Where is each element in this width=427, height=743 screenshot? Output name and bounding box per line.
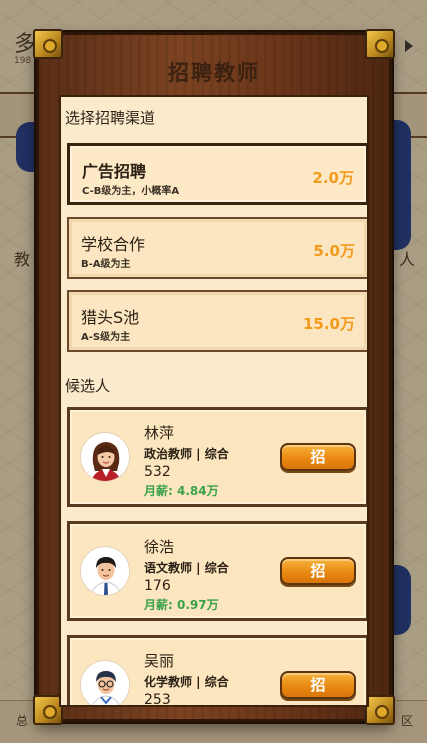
candidate-card: 吴丽 化学教师 | 综合 253 招 xyxy=(67,635,367,707)
female-teacher-avatar-icon xyxy=(80,432,130,482)
hire-button[interactable]: 招 xyxy=(280,557,356,585)
modal-content[interactable]: 选择招聘渠道 广告招聘 C-B级为主，小概率A 2.0万 学校合作 B-A级为主… xyxy=(59,95,369,707)
candidate-score: 176 xyxy=(144,578,171,594)
recruit-modal: 招聘教师 选择招聘渠道 广告招聘 C-B级为主，小概率A 2.0万 学校合作 B… xyxy=(33,29,395,725)
hire-button[interactable]: 招 xyxy=(280,671,356,699)
hire-button[interactable]: 招 xyxy=(280,443,356,471)
candidate-card: 林萍 政治教师 | 综合 532 月薪: 4.84万 招 xyxy=(67,407,367,507)
channel-desc: B-A级为主 xyxy=(81,259,131,270)
channel-ad-recruit[interactable]: 广告招聘 C-B级为主，小概率A 2.0万 xyxy=(67,143,367,205)
frame-corner-ornament xyxy=(365,695,395,725)
channel-school-partner[interactable]: 学校合作 B-A级为主 5.0万 xyxy=(67,217,367,279)
candidate-salary: 月薪: 4.84万 xyxy=(144,484,219,498)
modal-title: 招聘教师 xyxy=(168,61,260,85)
candidate-score: 253 xyxy=(144,692,171,707)
channels-section-label: 选择招聘渠道 xyxy=(65,109,156,127)
channel-name: 猎头S池 xyxy=(81,308,140,327)
candidate-role: 语文教师 | 综合 xyxy=(144,561,229,575)
candidate-name: 林萍 xyxy=(144,424,175,442)
candidate-name: 吴丽 xyxy=(144,652,175,670)
candidate-name: 徐浩 xyxy=(144,538,175,556)
frame-corner-ornament xyxy=(365,29,395,59)
channel-cost: 5.0万 xyxy=(313,242,355,260)
channel-cost: 2.0万 xyxy=(312,169,354,187)
channel-name: 广告招聘 xyxy=(82,162,147,181)
male-teacher-avatar-icon xyxy=(80,546,130,596)
male-teacher-glasses-avatar-icon xyxy=(80,660,130,705)
channel-desc: C-B级为主，小概率A xyxy=(82,186,180,197)
candidates-section-label: 候选人 xyxy=(65,377,111,395)
candidate-role: 化学教师 | 综合 xyxy=(144,675,229,689)
candidate-role: 政治教师 | 综合 xyxy=(144,447,229,461)
channel-desc: A-S级为主 xyxy=(81,332,131,343)
candidate-salary: 月薪: 0.97万 xyxy=(144,598,219,612)
channel-name: 学校合作 xyxy=(81,235,146,254)
channel-cost: 15.0万 xyxy=(302,315,355,333)
candidate-card: 徐浩 语文教师 | 综合 176 月薪: 0.97万 招 xyxy=(67,521,367,621)
frame-corner-ornament xyxy=(33,29,63,59)
candidate-score: 532 xyxy=(144,464,171,480)
channel-headhunter-s[interactable]: 猎头S池 A-S级为主 15.0万 xyxy=(67,290,367,352)
